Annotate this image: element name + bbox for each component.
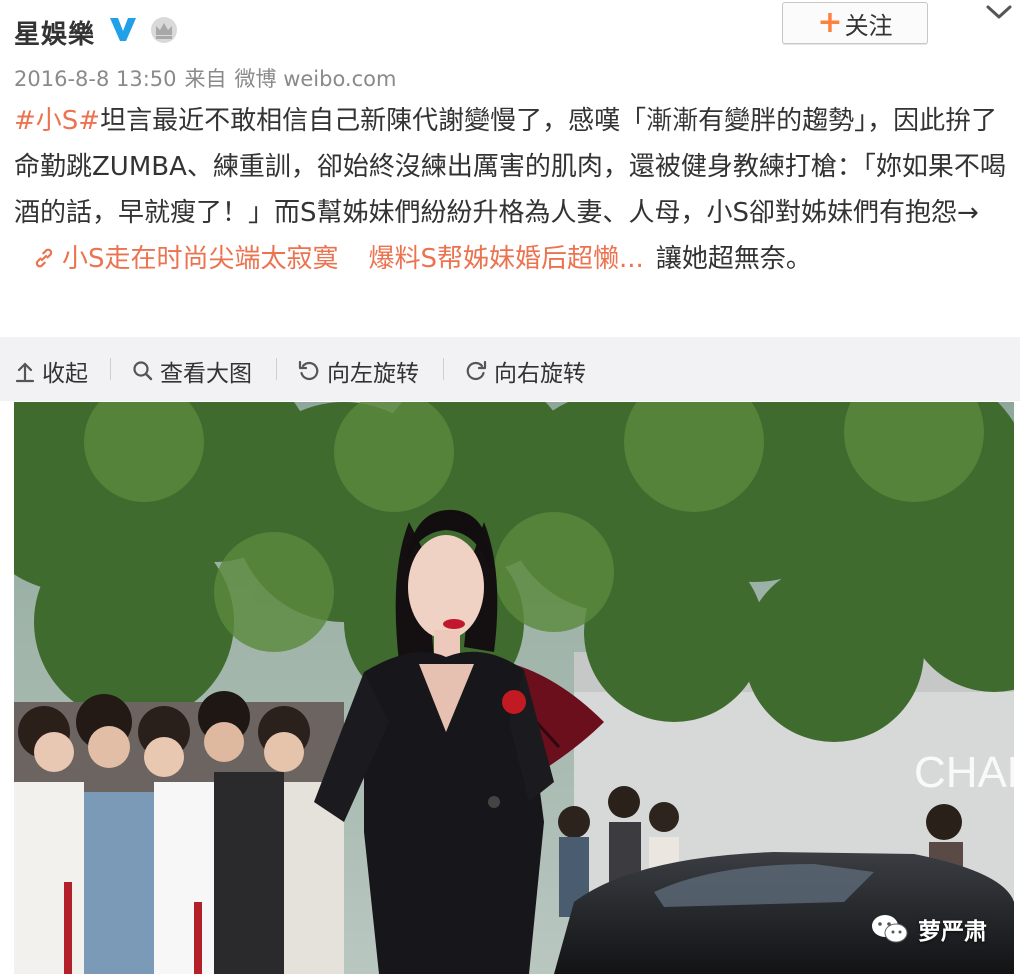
post-body-end: 讓她超無奈。 [655,244,812,274]
post-photo[interactable]: CHAN [14,402,1014,974]
rotate-right-label: 向右旋转 [494,361,586,387]
post-body: 坦言最近不敢相信自己新陳代謝變慢了，感嘆「漸漸有變胖的趨勢」，因此拚了命勤跳ZU… [14,106,1006,228]
article-link-1-label: 小S走在时尚尖端太寂寞 [62,244,339,274]
rotate-left-button[interactable]: 向左旋转 [297,354,419,388]
article-link-1[interactable]: 小S走在时尚尖端太寂寞 [14,244,339,274]
article-link-2-label: 爆料S帮姊妹婚后超懒... [368,244,644,274]
post-source[interactable]: 微博 weibo.com [235,67,397,91]
source-prefix: 来自 [184,67,227,91]
image-toolbar: 收起 查看大图 向左旋转 向右旋转 [0,337,1020,401]
collapse-button[interactable]: 收起 [14,354,88,388]
link-icon [35,248,53,268]
view-large-label: 查看大图 [160,361,252,387]
photo-scene: CHAN [14,402,1014,974]
plus-icon: + [817,5,843,40]
rotate-left-label: 向左旋转 [327,361,419,387]
toolbar-divider [110,358,111,380]
store-sign: CHAN [914,748,1014,797]
post-timestamp[interactable]: 2016-8-8 13:50 [14,67,177,91]
follow-label: 关注 [844,11,893,40]
article-link-2[interactable]: 爆料S帮姊妹婚后超懒... [369,244,644,274]
toolbar-divider [443,358,444,380]
watermark: 萝严肃 [870,912,987,946]
rotate-left-icon [298,360,319,381]
crown-icon [151,17,177,43]
view-large-button[interactable]: 查看大图 [132,354,252,388]
collapse-label: 收起 [42,361,88,387]
rotate-right-icon [466,360,487,381]
search-icon [133,361,153,381]
post-text: #小S#坦言最近不敢相信自己新陳代謝變慢了，感嘆「漸漸有變胖的趨勢」，因此拚了命… [14,98,1010,282]
toolbar-divider [276,358,277,380]
wechat-icon [872,915,908,943]
collapse-icon [15,362,35,383]
chevron-down-icon[interactable] [984,2,1014,24]
rotate-right-button[interactable]: 向右旋转 [464,354,586,388]
follow-button[interactable]: + 关注 [782,2,928,44]
hashtag-link[interactable]: #小S# [14,106,100,136]
account-name[interactable]: 星娛樂 [14,14,95,51]
watermark-label: 萝严肃 [918,919,987,945]
post-meta: 2016-8-8 13:50 来自 微博 weibo.com [14,63,404,93]
verified-v-icon [110,18,136,41]
